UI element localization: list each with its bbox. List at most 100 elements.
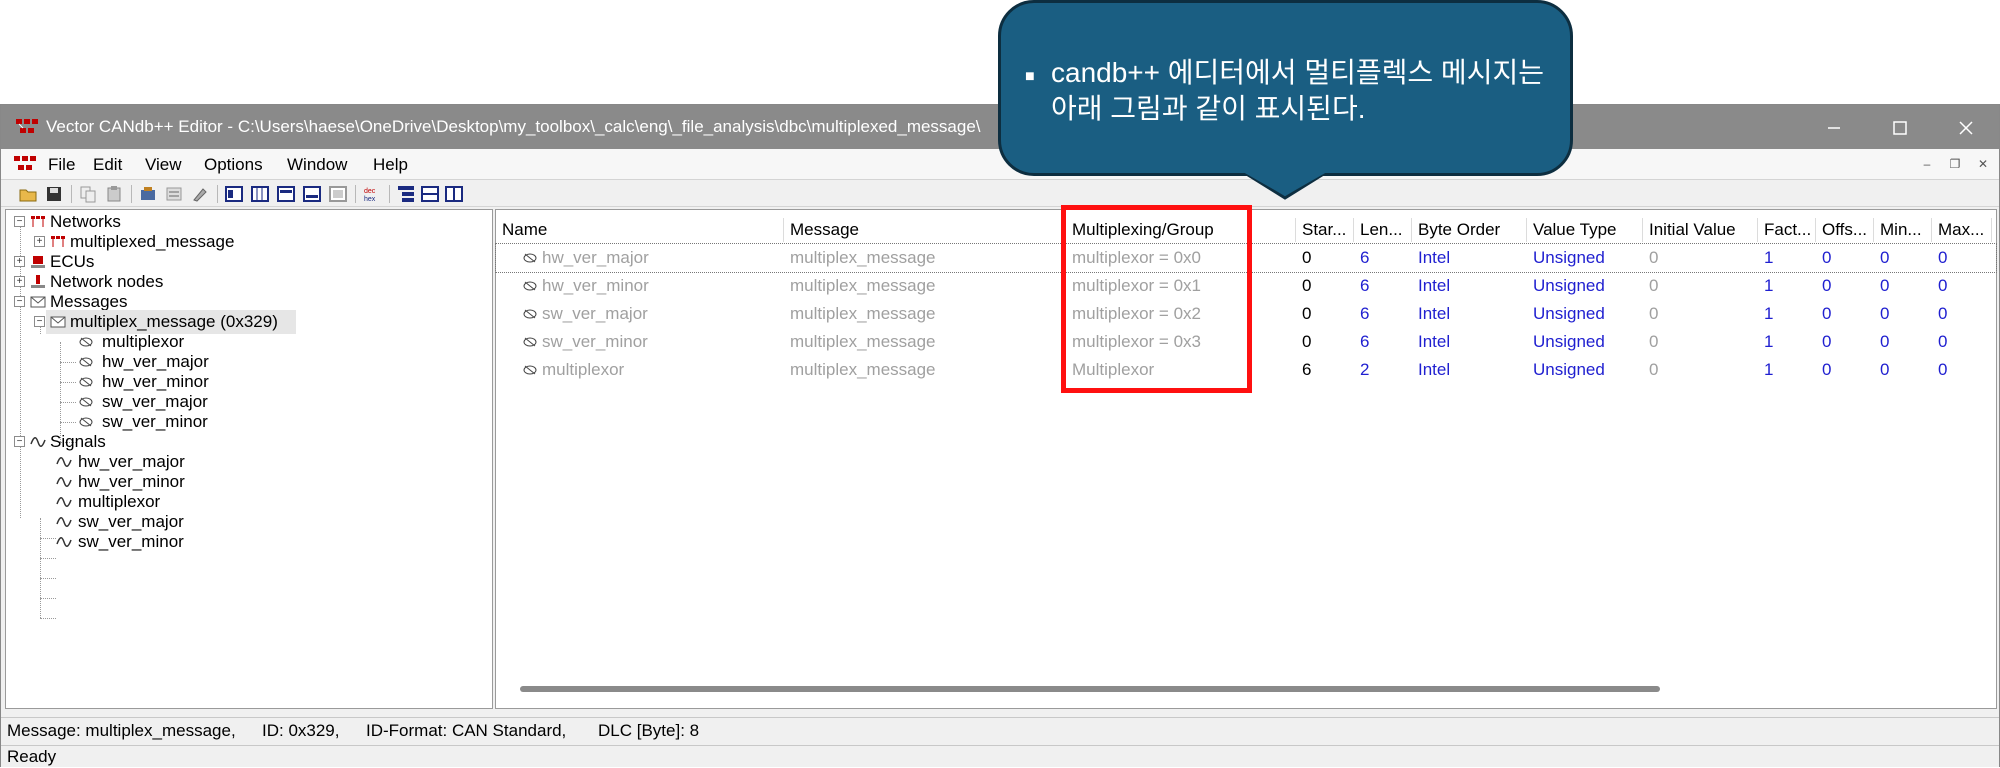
menu-window[interactable]: Window — [287, 155, 347, 175]
column-header-message[interactable]: Message — [784, 218, 1066, 242]
copy-icon[interactable] — [79, 185, 97, 203]
split-vertical-icon[interactable] — [445, 185, 463, 203]
collapse-icon[interactable]: − — [14, 296, 25, 307]
expand-icon[interactable]: + — [14, 276, 25, 287]
cell-byte-order[interactable]: Intel — [1412, 272, 1527, 300]
tree-pane[interactable]: − Networks + multiplexed_message + ECUs … — [5, 209, 493, 709]
cell-factor[interactable]: 1 — [1758, 356, 1816, 384]
cell-byte-order[interactable]: Intel — [1412, 244, 1527, 272]
cell-message[interactable]: multiplex_message — [784, 328, 1066, 356]
cell-name[interactable]: sw_ver_minor — [536, 328, 784, 356]
view5-icon[interactable] — [329, 185, 347, 203]
menu-help[interactable]: Help — [373, 155, 408, 175]
cell-start[interactable]: 0 — [1296, 272, 1354, 300]
collapse-icon[interactable]: − — [14, 216, 25, 227]
cell-start[interactable]: 0 — [1296, 244, 1354, 272]
cell-length[interactable]: 6 — [1354, 328, 1412, 356]
cell-initial-value[interactable]: 0 — [1643, 244, 1758, 272]
cell-max[interactable]: 0 — [1932, 272, 1992, 300]
column-header-initial-value[interactable]: Initial Value — [1643, 218, 1758, 242]
cell-factor[interactable]: 1 — [1758, 300, 1816, 328]
cell-byte-order[interactable]: Intel — [1412, 300, 1527, 328]
column-header-name[interactable]: Name — [496, 218, 784, 242]
cell-length[interactable]: 6 — [1354, 272, 1412, 300]
cell-max[interactable]: 0 — [1932, 328, 1992, 356]
dec-hex-icon[interactable]: dec hex — [363, 185, 381, 203]
maximize-button[interactable] — [1867, 105, 1933, 149]
tree-view-icon[interactable] — [397, 185, 415, 203]
mdi-minimize-button[interactable]: – — [1917, 155, 1937, 173]
paste-icon[interactable] — [105, 185, 123, 203]
cell-value-type[interactable]: Unsigned — [1527, 328, 1643, 356]
tree-item-signal[interactable]: sw_ver_minor — [6, 530, 486, 554]
cell-start[interactable]: 0 — [1296, 300, 1354, 328]
cell-factor[interactable]: 1 — [1758, 272, 1816, 300]
cell-name[interactable]: hw_ver_minor — [536, 272, 784, 300]
cell-value-type[interactable]: Unsigned — [1527, 244, 1643, 272]
cell-max[interactable]: 0 — [1932, 356, 1992, 384]
cell-length[interactable]: 6 — [1354, 300, 1412, 328]
column-header-value-type[interactable]: Value Type — [1527, 218, 1643, 242]
cell-max[interactable]: 0 — [1932, 244, 1992, 272]
mdi-restore-button[interactable]: ❐ — [1945, 155, 1965, 173]
cell-initial-value[interactable]: 0 — [1643, 356, 1758, 384]
collapse-icon[interactable]: − — [14, 436, 25, 447]
wizard-icon[interactable] — [191, 185, 209, 203]
cell-byte-order[interactable]: Intel — [1412, 356, 1527, 384]
cell-message[interactable]: multiplex_message — [784, 300, 1066, 328]
cell-min[interactable]: 0 — [1874, 328, 1932, 356]
column-header-factor[interactable]: Fact... — [1758, 218, 1816, 242]
column-header-byte-order[interactable]: Byte Order — [1412, 218, 1527, 242]
cell-byte-order[interactable]: Intel — [1412, 328, 1527, 356]
cell-value-type[interactable]: Unsigned — [1527, 300, 1643, 328]
column-header-max[interactable]: Max... — [1932, 218, 1992, 242]
database-icon[interactable] — [139, 185, 157, 203]
menu-edit[interactable]: Edit — [93, 155, 122, 175]
cell-offset[interactable]: 0 — [1816, 272, 1874, 300]
cell-name[interactable]: hw_ver_major — [536, 244, 784, 272]
cell-start[interactable]: 6 — [1296, 356, 1354, 384]
column-header-length[interactable]: Len... — [1354, 218, 1412, 242]
open-icon[interactable] — [19, 185, 37, 203]
column-header-offset[interactable]: Offs... — [1816, 218, 1874, 242]
cell-initial-value[interactable]: 0 — [1643, 300, 1758, 328]
cell-offset[interactable]: 0 — [1816, 300, 1874, 328]
cell-start[interactable]: 0 — [1296, 328, 1354, 356]
cell-offset[interactable]: 0 — [1816, 328, 1874, 356]
collapse-icon[interactable]: − — [34, 316, 45, 327]
cell-min[interactable]: 0 — [1874, 300, 1932, 328]
cell-offset[interactable]: 0 — [1816, 244, 1874, 272]
split-horizontal-icon[interactable] — [421, 185, 439, 203]
cell-initial-value[interactable]: 0 — [1643, 272, 1758, 300]
expand-icon[interactable]: + — [34, 236, 45, 247]
cell-factor[interactable]: 1 — [1758, 328, 1816, 356]
document-logo-icon[interactable] — [13, 155, 37, 173]
cell-value-type[interactable]: Unsigned — [1527, 272, 1643, 300]
cell-message[interactable]: multiplex_message — [784, 272, 1066, 300]
cell-min[interactable]: 0 — [1874, 244, 1932, 272]
menu-file[interactable]: File — [48, 155, 75, 175]
close-button[interactable] — [1933, 105, 1999, 149]
cell-min[interactable]: 0 — [1874, 272, 1932, 300]
cell-length[interactable]: 6 — [1354, 244, 1412, 272]
view2-icon[interactable] — [251, 185, 269, 203]
cell-max[interactable]: 0 — [1932, 300, 1992, 328]
list-icon[interactable] — [165, 185, 183, 203]
cell-name[interactable]: multiplexor — [536, 356, 784, 384]
view1-icon[interactable] — [225, 185, 243, 203]
menu-view[interactable]: View — [145, 155, 182, 175]
cell-message[interactable]: multiplex_message — [784, 244, 1066, 272]
column-header-min[interactable]: Min... — [1874, 218, 1932, 242]
cell-offset[interactable]: 0 — [1816, 356, 1874, 384]
view3-icon[interactable] — [277, 185, 295, 203]
horizontal-scrollbar[interactable] — [520, 686, 1660, 692]
save-icon[interactable] — [45, 185, 63, 203]
cell-name[interactable]: sw_ver_major — [536, 300, 784, 328]
minimize-button[interactable] — [1801, 105, 1867, 149]
cell-min[interactable]: 0 — [1874, 356, 1932, 384]
mdi-close-button[interactable]: ✕ — [1973, 155, 1993, 173]
cell-initial-value[interactable]: 0 — [1643, 328, 1758, 356]
column-header-start[interactable]: Star... — [1296, 218, 1354, 242]
expand-icon[interactable]: + — [14, 256, 25, 267]
cell-value-type[interactable]: Unsigned — [1527, 356, 1643, 384]
